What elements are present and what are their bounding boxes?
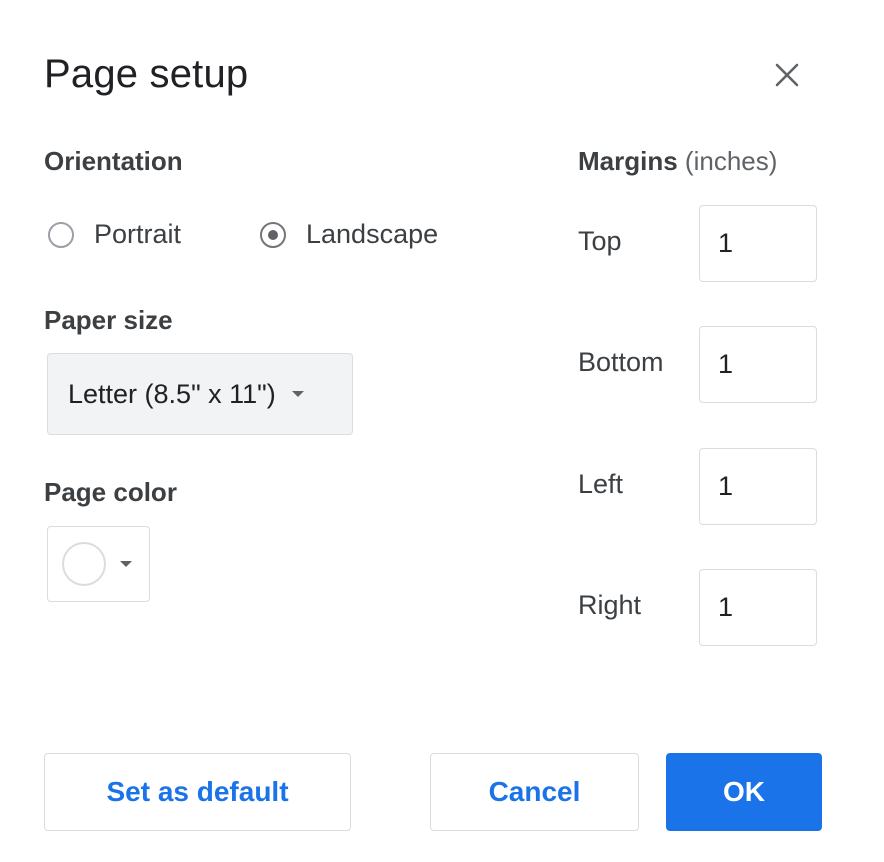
chevron-down-icon <box>291 391 304 397</box>
chevron-down-icon <box>120 561 132 567</box>
margin-left-input[interactable] <box>699 448 817 525</box>
margin-top-label: Top <box>578 226 622 256</box>
page-setup-dialog: Page setup Orientation Portrait Landscap… <box>0 0 884 862</box>
margins-title: Margins (inches) <box>578 146 777 177</box>
paper-size-value: Letter (8.5" x 11") <box>68 378 276 409</box>
page-color-label: Page color <box>44 477 177 507</box>
margin-bottom-input[interactable] <box>699 326 817 403</box>
landscape-radio-label: Landscape <box>306 219 439 249</box>
orientation-label: Orientation <box>44 146 183 176</box>
cancel-button[interactable]: Cancel <box>430 753 639 831</box>
page-color-swatch <box>62 542 106 586</box>
close-icon <box>770 58 804 92</box>
paper-size-select[interactable]: Letter (8.5" x 11") <box>47 353 353 435</box>
portrait-radio[interactable] <box>48 221 74 248</box>
landscape-radio[interactable] <box>260 221 286 248</box>
ok-button[interactable]: OK <box>666 753 822 831</box>
set-as-default-button[interactable]: Set as default <box>44 753 351 831</box>
margin-top-input[interactable] <box>699 205 817 282</box>
orientation-portrait-option[interactable]: Portrait <box>48 219 181 250</box>
orientation-landscape-option[interactable]: Landscape <box>260 219 438 250</box>
margin-left-label: Left <box>578 469 624 499</box>
margin-bottom-label: Bottom <box>578 347 664 377</box>
close-button[interactable] <box>770 58 804 92</box>
portrait-radio-label: Portrait <box>94 219 182 249</box>
margin-right-label: Right <box>578 590 642 620</box>
margins-unit: (inches) <box>684 146 778 176</box>
margin-right-input[interactable] <box>699 569 817 646</box>
paper-size-label: Paper size <box>44 305 173 335</box>
margins-label: Margins <box>578 146 678 176</box>
dialog-title: Page setup <box>44 52 249 96</box>
page-color-picker[interactable] <box>47 526 150 602</box>
